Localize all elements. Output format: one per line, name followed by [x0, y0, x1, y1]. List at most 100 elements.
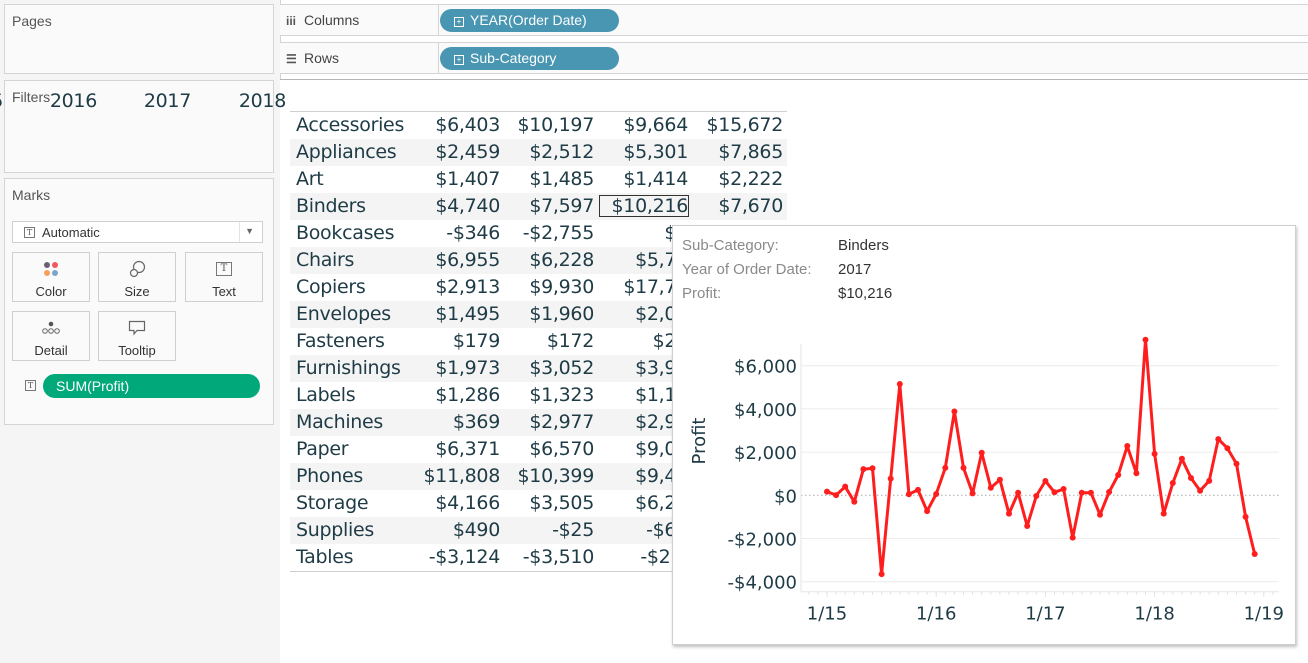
- profit-cell[interactable]: $7,865: [718, 141, 783, 163]
- profit-cell[interactable]: -$3,510: [523, 546, 595, 568]
- data-point[interactable]: [1078, 489, 1085, 496]
- sub-category-label[interactable]: Envelopes: [296, 303, 391, 325]
- sub-category-label[interactable]: Accessories: [296, 114, 404, 136]
- sub-category-label[interactable]: Chairs: [296, 249, 354, 271]
- sub-category-label[interactable]: Supplies: [296, 519, 374, 541]
- sub-category-label[interactable]: Bookcases: [296, 222, 394, 244]
- profit-cell[interactable]: $1,286: [435, 384, 500, 406]
- mark-type-dropdown[interactable]: T Automatic ▼: [12, 221, 263, 243]
- profit-cell[interactable]: $6,228: [529, 249, 594, 271]
- profit-cell[interactable]: $15,672: [707, 114, 784, 136]
- data-point[interactable]: [1106, 489, 1113, 496]
- profit-cell[interactable]: -$346: [446, 222, 500, 244]
- data-point[interactable]: [951, 408, 958, 415]
- profit-cell[interactable]: $1,495: [435, 303, 500, 325]
- data-point[interactable]: [1142, 336, 1149, 343]
- data-point[interactable]: [987, 484, 994, 491]
- data-point[interactable]: [996, 476, 1003, 483]
- data-point[interactable]: [1251, 551, 1258, 558]
- data-point[interactable]: [824, 488, 830, 495]
- profit-cell[interactable]: $1,414: [623, 168, 688, 190]
- data-point[interactable]: [1215, 436, 1222, 443]
- data-point[interactable]: [1197, 487, 1204, 494]
- data-point[interactable]: [1015, 489, 1022, 496]
- profit-cell[interactable]: $4,166: [435, 492, 500, 514]
- data-point[interactable]: [915, 486, 921, 493]
- sub-category-label[interactable]: Copiers: [296, 276, 366, 298]
- data-point[interactable]: [1024, 522, 1031, 529]
- sub-category-label[interactable]: Fasteners: [296, 330, 385, 352]
- detail-button[interactable]: Detail: [12, 311, 90, 361]
- profit-cell[interactable]: $9,664: [623, 114, 688, 136]
- profit-cell[interactable]: -$3,124: [429, 546, 501, 568]
- expand-icon[interactable]: +: [454, 55, 464, 65]
- profit-cell[interactable]: $11,808: [424, 465, 501, 487]
- data-point[interactable]: [896, 381, 903, 388]
- sub-category-label[interactable]: Art: [296, 168, 324, 190]
- data-point[interactable]: [833, 492, 840, 499]
- expand-icon[interactable]: +: [454, 17, 464, 27]
- year-order-date-pill[interactable]: + YEAR(Order Date): [440, 9, 619, 32]
- profit-cell[interactable]: $7,670: [718, 195, 783, 217]
- profit-cell[interactable]: $4,740: [435, 195, 500, 217]
- data-point[interactable]: [842, 483, 849, 490]
- year-header[interactable]: 2015: [0, 90, 3, 113]
- profit-cell[interactable]: $179: [453, 330, 500, 352]
- data-point[interactable]: [1087, 489, 1094, 496]
- data-point[interactable]: [1133, 470, 1140, 477]
- data-point[interactable]: [1188, 475, 1194, 482]
- data-point[interactable]: [1069, 534, 1076, 541]
- data-point[interactable]: [1151, 450, 1158, 457]
- profit-cell[interactable]: $2,977: [529, 411, 594, 433]
- profit-cell[interactable]: $1,323: [529, 384, 594, 406]
- profit-cell[interactable]: $3,052: [529, 357, 594, 379]
- data-point[interactable]: [1051, 489, 1058, 496]
- sub-category-label[interactable]: Binders: [296, 195, 366, 217]
- data-point[interactable]: [1033, 492, 1040, 499]
- data-point[interactable]: [887, 475, 894, 482]
- year-header[interactable]: 2017: [144, 90, 191, 113]
- columns-shelf[interactable]: iii Columns + YEAR(Order Date): [280, 4, 1308, 36]
- rows-shelf[interactable]: ☰ Rows + Sub-Category: [280, 42, 1308, 74]
- profit-cell[interactable]: $2,459: [435, 141, 500, 163]
- profit-cell[interactable]: $2,913: [435, 276, 500, 298]
- profit-cell[interactable]: $6,570: [529, 438, 594, 460]
- profit-cell[interactable]: $172: [547, 330, 594, 352]
- data-point[interactable]: [1178, 455, 1185, 462]
- profit-cell[interactable]: -$2,755: [523, 222, 595, 244]
- profit-cell[interactable]: $6,371: [435, 438, 500, 460]
- data-point[interactable]: [1160, 510, 1167, 517]
- sub-category-label[interactable]: Machines: [296, 411, 383, 433]
- sub-category-label[interactable]: Tables: [296, 546, 354, 568]
- profit-cell[interactable]: -$25: [552, 519, 594, 541]
- data-point[interactable]: [1097, 511, 1103, 518]
- profit-cell[interactable]: $3,505: [529, 492, 594, 514]
- profit-cell[interactable]: $369: [453, 411, 500, 433]
- profit-cell[interactable]: $7,597: [529, 195, 594, 217]
- sub-category-label[interactable]: Appliances: [296, 141, 397, 163]
- profit-cell[interactable]: $10,399: [518, 465, 595, 487]
- data-point[interactable]: [878, 571, 885, 578]
- data-point[interactable]: [1206, 477, 1213, 484]
- sub-category-pill[interactable]: + Sub-Category: [440, 47, 619, 70]
- data-point[interactable]: [924, 508, 931, 515]
- sub-category-label[interactable]: Storage: [296, 492, 369, 514]
- profit-cell[interactable]: $2,222: [718, 168, 783, 190]
- profit-cell[interactable]: $10,197: [518, 114, 595, 136]
- year-header[interactable]: 2016: [50, 90, 97, 113]
- profit-cell[interactable]: $1,960: [529, 303, 594, 325]
- data-point[interactable]: [1006, 510, 1012, 517]
- profit-cell[interactable]: $490: [453, 519, 500, 541]
- profit-cell[interactable]: $5,301: [623, 141, 688, 163]
- data-point[interactable]: [933, 491, 940, 498]
- data-point[interactable]: [869, 465, 876, 472]
- data-point[interactable]: [1233, 460, 1240, 467]
- data-point[interactable]: [1060, 486, 1067, 493]
- text-button[interactable]: T Text: [185, 252, 263, 302]
- sub-category-label[interactable]: Phones: [296, 465, 363, 487]
- data-point[interactable]: [942, 464, 949, 471]
- data-point[interactable]: [1224, 445, 1231, 452]
- data-point[interactable]: [1124, 443, 1131, 450]
- profit-cell[interactable]: $6,955: [435, 249, 500, 271]
- data-point[interactable]: [860, 466, 867, 473]
